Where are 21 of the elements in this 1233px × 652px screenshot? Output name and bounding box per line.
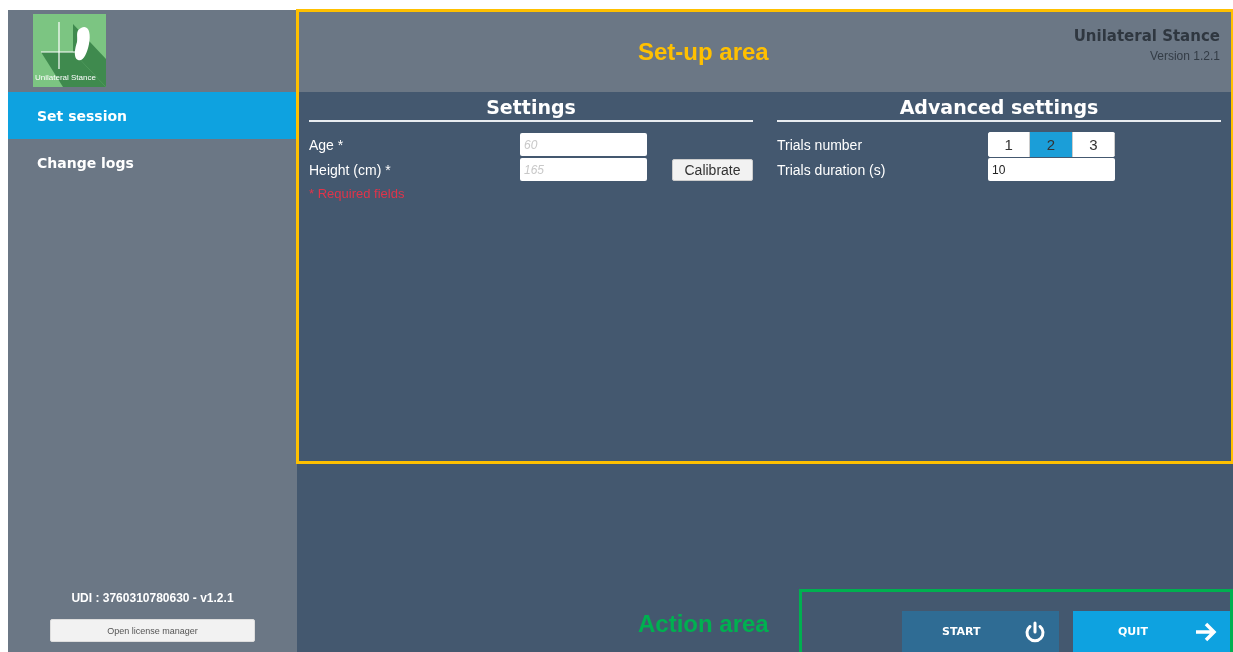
field-label: Trials number	[777, 136, 864, 153]
app-title: Unilateral Stance	[1073, 27, 1220, 45]
license-manager-button[interactable]: Open license manager	[50, 619, 255, 642]
power-icon	[1023, 619, 1047, 644]
nav-item[interactable]: Change logs	[8, 139, 297, 186]
udi-label: UDI : 3760310780630 - v1.2.1	[71, 591, 234, 605]
input-field[interactable]: 10	[988, 158, 1115, 181]
field-label: Trials duration (s)	[777, 161, 887, 178]
annotation-label: Action area	[638, 610, 769, 638]
required-note: * Required fields	[309, 186, 406, 201]
section-heading: Advanced settings	[777, 96, 1221, 122]
action-button[interactable]: START	[902, 611, 1059, 652]
version-label: Version 1.2.1	[1149, 49, 1220, 63]
calibrate-button[interactable]: Calibrate	[672, 158, 753, 181]
field-label: Height (cm) *	[309, 161, 392, 178]
annotation-label: Set-up area	[638, 38, 769, 66]
segment-option[interactable]: 2	[1030, 132, 1073, 157]
segment-option[interactable]: 1	[988, 132, 1031, 157]
logo-caption: Unilateral Stance	[35, 73, 96, 82]
field-label: Age *	[309, 136, 345, 153]
section-heading: Settings	[309, 96, 753, 122]
